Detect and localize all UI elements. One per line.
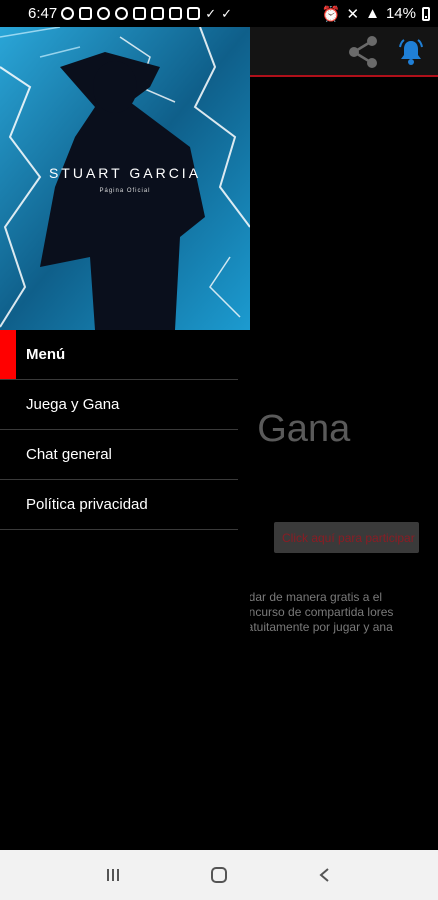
check-icon: ✓	[221, 6, 233, 21]
facebook-icon	[97, 7, 111, 20]
menu-item-politica-privacidad[interactable]: Política privacidad	[0, 480, 238, 530]
back-button[interactable]	[305, 855, 345, 895]
header-subtitle: Página Oficial	[99, 188, 151, 194]
status-time: 6:47	[28, 5, 58, 22]
instagram-icon	[79, 7, 93, 20]
battery-label: 14%	[385, 5, 416, 22]
gmail-icon	[169, 7, 183, 20]
facebook-icon	[115, 7, 129, 20]
menu-item-label: Menú	[26, 346, 66, 363]
status-bar: 6:47 ✓ ✓ ⏰ ✕ ▲ 14%	[0, 0, 438, 27]
status-right: ⏰ ✕ ▲ 14%	[322, 5, 430, 23]
drawer-header: STUART GARCIA Página Oficial	[0, 27, 250, 330]
menu-item-label: Juega y Gana	[26, 396, 120, 413]
check-icon: ✓	[205, 6, 217, 21]
mute-icon: ✕	[346, 5, 360, 23]
active-indicator	[0, 330, 16, 379]
drawer-menu: Menú Juega y Gana Chat general Política …	[0, 330, 238, 530]
notification-icon	[61, 7, 75, 20]
bell-icon[interactable]	[396, 37, 426, 67]
twitter-icon	[133, 7, 147, 20]
menu-item-label: Chat general	[26, 446, 112, 463]
participate-button[interactable]: Click aquí para participar	[274, 522, 419, 553]
notification-icons: ✓ ✓	[61, 7, 232, 20]
home-button[interactable]	[199, 855, 239, 895]
gallery-icon	[187, 7, 201, 20]
menu-item-menu[interactable]: Menú	[0, 330, 238, 380]
alarm-icon: ⏰	[321, 5, 341, 23]
instagram-icon	[151, 7, 165, 20]
page-description: yudar de manera gratis a el concurso de …	[236, 590, 394, 634]
recent-apps-button[interactable]	[93, 855, 133, 895]
header-name: STUART GARCIA	[48, 165, 202, 181]
navigation-bar	[0, 850, 438, 900]
navigation-drawer: STUART GARCIA Página Oficial Menú Juega …	[0, 27, 250, 850]
battery-icon	[422, 6, 430, 21]
signal-icon: ▲	[365, 5, 380, 22]
menu-item-juega-y-gana[interactable]: Juega y Gana	[0, 380, 238, 430]
recent-apps-icon	[107, 869, 119, 881]
home-icon	[211, 867, 227, 883]
menu-item-label: Política privacidad	[26, 496, 148, 513]
back-icon	[319, 868, 329, 882]
share-icon[interactable]	[344, 33, 382, 71]
menu-item-chat-general[interactable]: Chat general	[0, 430, 238, 480]
